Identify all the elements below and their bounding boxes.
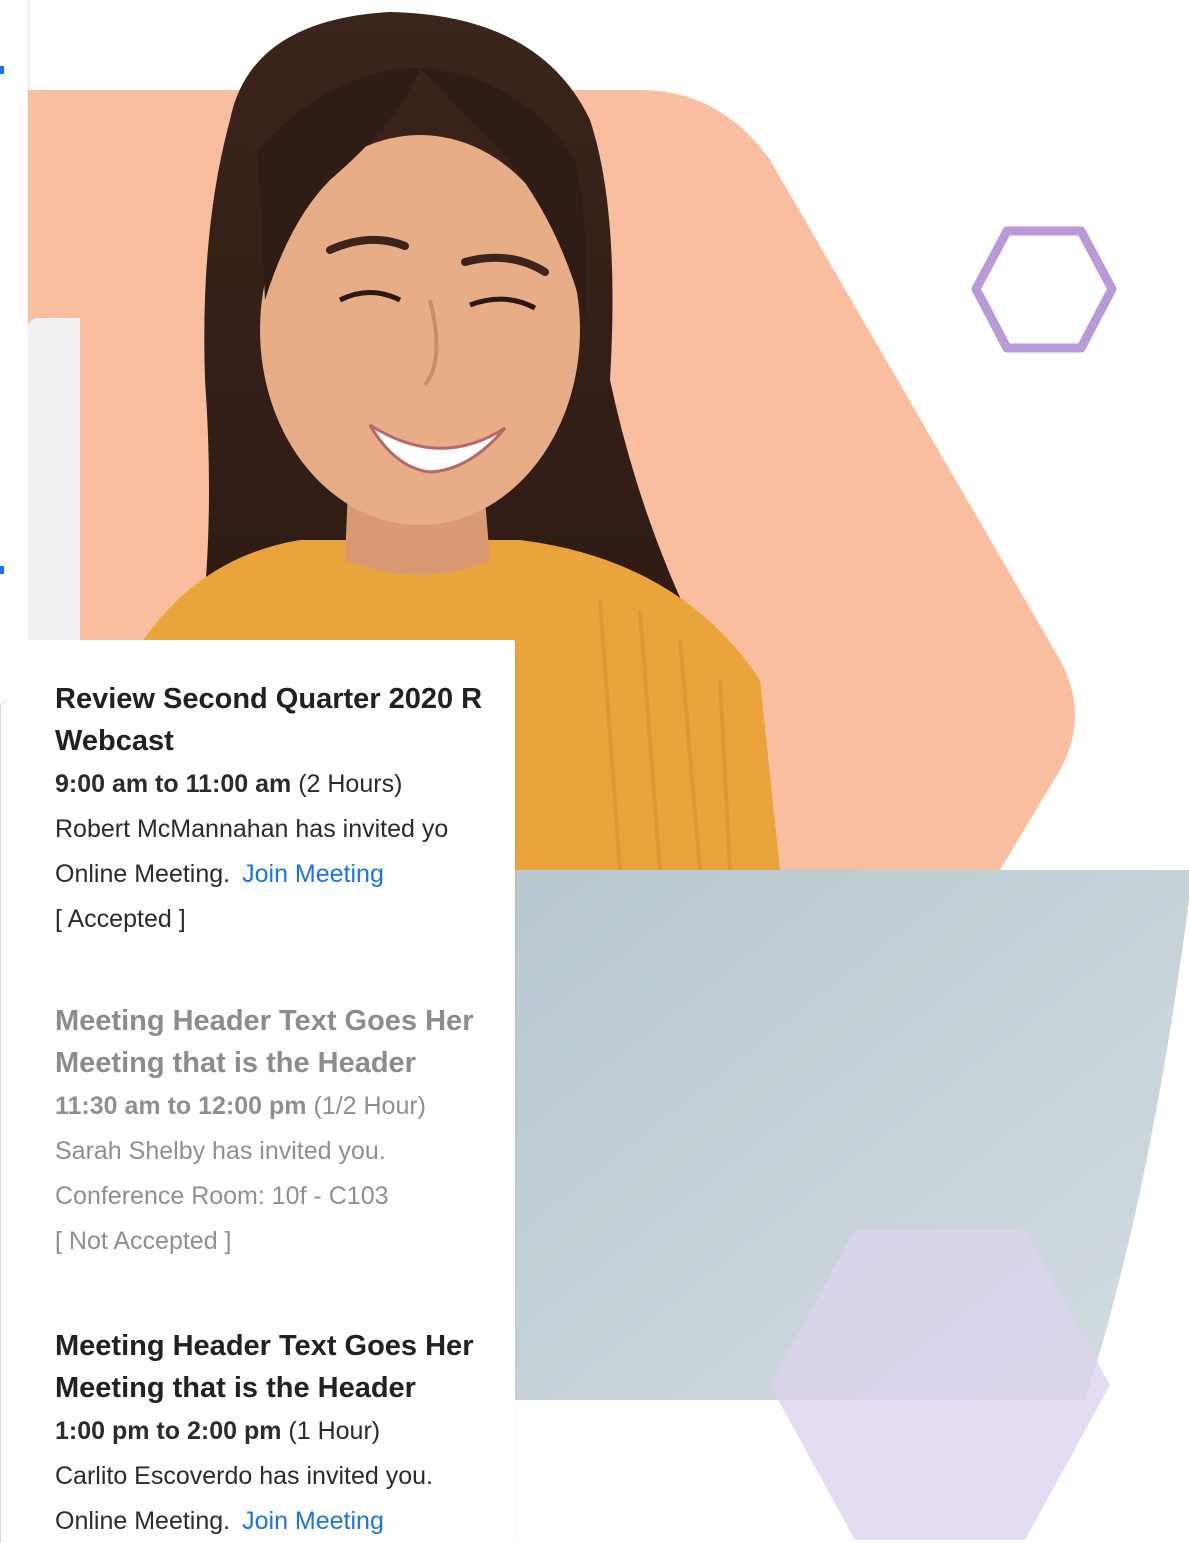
meeting-invite: Carlito Escoverdo has invited you. [55,1462,433,1490]
outline-hexagon-icon [971,226,1117,353]
meeting-invite: Sarah Shelby has invited you. [55,1137,386,1165]
join-meeting-link[interactable]: Join Meeting [242,860,384,888]
meeting-duration: (1 Hour) [288,1417,381,1445]
meeting-location: Conference Room: 10f - C103 [55,1182,389,1210]
meeting-status: [ Not Accepted ] [55,1227,232,1255]
meeting-title: Meeting that is the Header [55,1047,416,1079]
meeting-time-row: 11:30 am to 12:00 pm (1/2 Hour) [55,1084,515,1129]
meeting-time: 11:30 am to 12:00 pm [55,1092,307,1120]
meeting-duration: (2 Hours) [298,770,403,798]
meeting-title: Webcast [55,725,174,757]
meeting-location: Online Meeting. [55,860,231,888]
join-meeting-link[interactable]: Join Meeting [242,1507,384,1535]
meeting-time: 1:00 pm to 2:00 pm [55,1417,282,1445]
side-panel [28,318,80,640]
meeting-time: 9:00 am to 11:00 am [55,770,292,798]
meeting-location-row: Online Meeting. Join Meeting [55,1499,515,1542]
meeting-time-row: 1:00 pm to 2:00 pm (1 Hour) [55,1409,515,1454]
meeting-title: Meeting that is the Header [55,1372,416,1404]
meeting-location: Online Meeting. [55,1507,231,1535]
meeting-title: Meeting Header Text Goes Her [55,1330,474,1362]
meetings-card: Review Second Quarter 2020 R Webcast 9:0… [0,640,515,1542]
meeting-invite: Robert McMannahan has invited yo [55,815,449,843]
meeting-duration: (1/2 Hour) [313,1092,427,1120]
meeting-item[interactable]: Meeting Header Text Goes Her Meeting tha… [55,1000,515,1264]
meeting-item[interactable]: Meeting Header Text Goes Her Meeting tha… [55,1325,515,1542]
meeting-time-row: 9:00 am to 11:00 am (2 Hours) [55,762,515,807]
meeting-title: Review Second Quarter 2020 R [55,683,483,715]
meeting-title: Meeting Header Text Goes Her [55,1005,474,1037]
meeting-item[interactable]: Review Second Quarter 2020 R Webcast 9:0… [55,678,515,942]
meeting-status: [ Accepted ] [55,905,186,933]
card-border [0,700,7,1543]
meeting-location-row: Online Meeting. Join Meeting [55,852,515,897]
